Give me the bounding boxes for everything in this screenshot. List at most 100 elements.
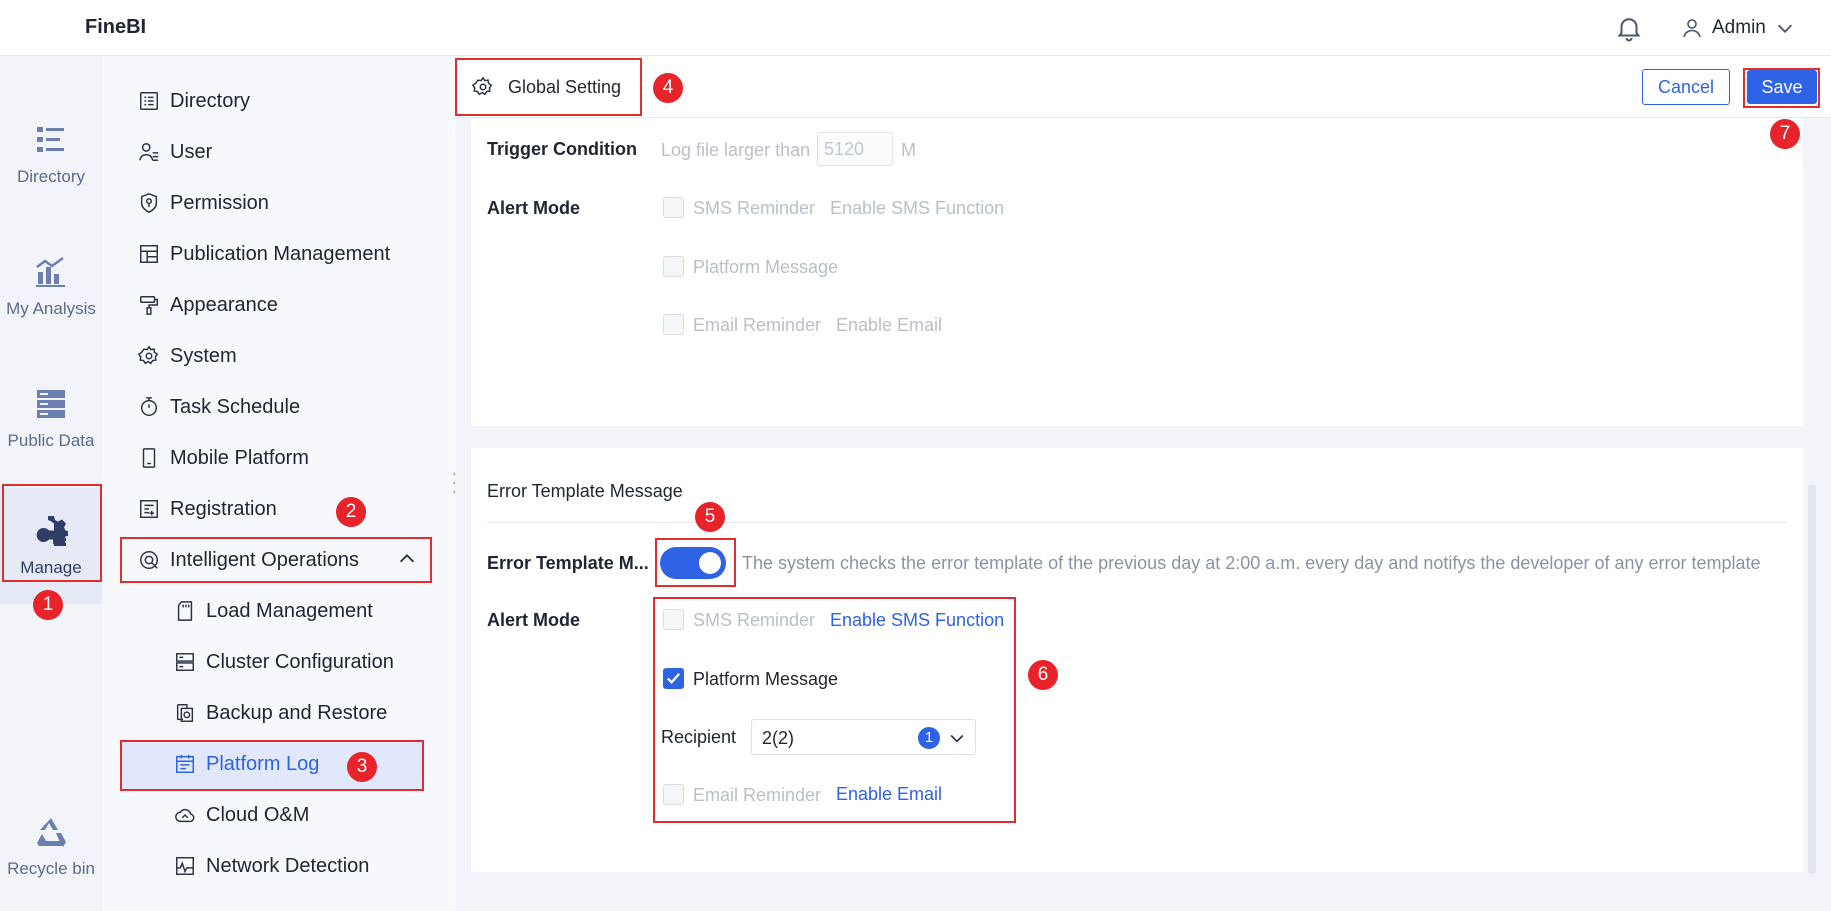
icon-rail: Directory My Analysis Public Data Manage…	[0, 56, 102, 911]
sidebar-item-user[interactable]: User	[138, 130, 212, 174]
bell-icon[interactable]	[1614, 13, 1644, 43]
log-size-input[interactable]	[817, 132, 893, 166]
sms-reminder-checkbox[interactable]	[663, 197, 684, 218]
recipient-select[interactable]: 2(2) 1	[751, 719, 976, 755]
sd-card-icon	[177, 601, 193, 621]
error-template-section-title: Error Template Message	[487, 481, 683, 501]
global-setting-tab[interactable]: Global Setting	[472, 70, 621, 104]
enable-sms-link[interactable]: Enable SMS Function	[830, 610, 1004, 631]
platform-message-checkbox[interactable]	[663, 668, 684, 689]
trigger-prefix: Log file larger than	[661, 140, 811, 160]
rail-item-my-analysis[interactable]: My Analysis	[0, 232, 102, 342]
sidebar-item-mobile-platform[interactable]: Mobile Platform	[138, 436, 309, 480]
platform-message-label: Platform Message	[693, 669, 839, 689]
sidebar-item-cloud-om[interactable]: Cloud O&M	[174, 793, 309, 837]
sidebar-item-network-detection[interactable]: Network Detection	[174, 844, 369, 888]
chevron-down-icon	[950, 734, 964, 743]
alert-mode-label: Alert Mode	[487, 610, 581, 630]
platform-message-checkbox[interactable]	[663, 256, 684, 277]
app-logo: FineBI	[85, 16, 147, 38]
save-button[interactable]: Save	[1747, 70, 1817, 104]
paint-roller-icon	[140, 296, 158, 315]
sms-reminder-checkbox[interactable]	[663, 609, 684, 630]
sidebar-label: Mobile Platform	[170, 446, 309, 469]
backup-icon	[176, 704, 194, 722]
user-icon	[1683, 19, 1701, 38]
step-marker-4: 4	[653, 73, 683, 103]
error-template-toggle-label: Error Template M...	[487, 553, 649, 573]
chevron-down-icon	[1777, 24, 1792, 33]
recipient-value: 2(2)	[762, 728, 795, 748]
sidebar-item-publication-management[interactable]: Publication Management	[138, 232, 390, 276]
sidebar-label: Load Management	[206, 599, 373, 622]
trigger-unit: M	[901, 140, 916, 160]
platform-message-label: Platform Message	[693, 257, 839, 277]
recipient-label: Recipient	[661, 727, 737, 747]
sidebar-item-appearance[interactable]: Appearance	[138, 283, 278, 327]
rail-item-recycle-bin[interactable]: Recycle bin	[0, 792, 102, 902]
error-template-toggle[interactable]	[660, 547, 726, 579]
sidebar-item-registration[interactable]: Registration	[138, 487, 277, 531]
mobile-icon	[142, 448, 156, 468]
gear-icon	[138, 345, 159, 365]
step-marker-6: 6	[1028, 660, 1058, 690]
sidebar-item-directory[interactable]: Directory	[138, 79, 250, 123]
sidebar-item-system[interactable]: System	[138, 334, 237, 378]
section-divider	[487, 522, 1787, 523]
sidebar-label: Intelligent Operations	[170, 548, 360, 571]
sidebar-label: Cloud O&M	[206, 803, 310, 826]
sidebar-label: Backup and Restore	[206, 701, 388, 724]
public-data-icon	[37, 390, 65, 418]
sidebar-label: Permission	[170, 191, 269, 214]
trigger-condition-label: Trigger Condition	[487, 139, 637, 159]
cancel-button[interactable]: Cancel	[1642, 69, 1730, 105]
step-marker-3: 3	[347, 752, 377, 782]
rail-item-directory[interactable]: Directory	[0, 100, 102, 210]
rail-label: Directory	[16, 167, 85, 186]
email-reminder-label: Email Reminder	[693, 315, 822, 335]
user-menu[interactable]: Admin	[1680, 12, 1796, 44]
sidebar-item-task-schedule[interactable]: Task Schedule	[138, 385, 300, 429]
timer-icon	[140, 397, 158, 416]
sidebar-label: Appearance	[170, 293, 278, 316]
directory-icon	[37, 127, 64, 152]
email-reminder-checkbox[interactable]	[663, 314, 684, 335]
server-icon	[176, 653, 194, 671]
enable-email-link[interactable]: Enable Email	[836, 315, 942, 336]
enable-email-link[interactable]: Enable Email	[836, 784, 942, 805]
chevron-up-icon[interactable]	[396, 548, 418, 570]
sidebar-item-load-management[interactable]: Load Management	[174, 589, 373, 633]
sms-reminder-label: SMS Reminder	[693, 610, 816, 630]
global-setting-label: Global Setting	[508, 76, 622, 97]
sidebar-label: Cluster Configuration	[206, 650, 394, 673]
sidebar-item-intelligent-operations[interactable]: Intelligent Operations	[138, 538, 359, 582]
recipient-count-badge: 1	[918, 727, 940, 749]
rail-label: Manage	[20, 558, 82, 577]
step-marker-7: 7	[1770, 119, 1800, 149]
analysis-icon	[36, 256, 65, 287]
top-header: FineBI Admin	[0, 0, 1831, 56]
sidebar-label: User	[170, 140, 213, 163]
alert-mode-label: Alert Mode	[487, 198, 581, 218]
error-template-description: The system checks the error template of …	[742, 553, 1761, 573]
content-scrollbar[interactable]	[1808, 484, 1816, 874]
error-template-card	[471, 448, 1803, 872]
sidebar-label: Task Schedule	[170, 395, 301, 418]
sidebar-item-cluster-configuration[interactable]: Cluster Configuration	[174, 640, 394, 684]
rail-item-manage[interactable]: Manage	[0, 488, 102, 604]
enable-sms-link[interactable]: Enable SMS Function	[830, 198, 1004, 219]
sidebar-label: Registration	[170, 497, 277, 520]
gear-icon	[472, 76, 493, 96]
rail-item-public-data[interactable]: Public Data	[0, 364, 102, 474]
sidebar-label: Publication Management	[170, 242, 391, 265]
registration-icon	[140, 500, 158, 518]
email-reminder-checkbox[interactable]	[663, 784, 684, 805]
calendar-log-icon	[176, 754, 194, 773]
sidebar-item-backup-restore[interactable]: Backup and Restore	[174, 691, 387, 735]
shield-icon	[140, 193, 158, 213]
sidebar-item-permission[interactable]: Permission	[138, 181, 269, 225]
step-marker-2: 2	[336, 497, 366, 527]
user-name: Admin	[1712, 17, 1766, 38]
sidebar-item-platform-log[interactable]: Platform Log	[174, 742, 319, 786]
layout-icon	[140, 245, 158, 263]
